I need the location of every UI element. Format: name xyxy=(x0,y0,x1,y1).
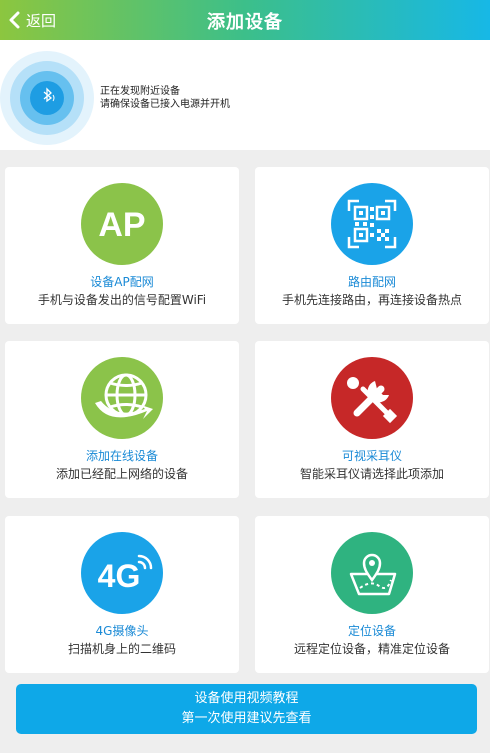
card-label: 定位设备 xyxy=(347,624,396,638)
card-label: 4G摄像头 xyxy=(95,624,149,638)
discover-status: 正在发现附近设备 xyxy=(100,86,180,97)
card-router-config[interactable]: 路由配网 手机先连接路由，再连接设备热点 xyxy=(255,167,489,324)
header-bar: 返回 添加设备 xyxy=(0,0,490,40)
ap-icon-text: AP xyxy=(98,206,145,244)
discover-text: 正在发现附近设备 请确保设备已接入电源并开机 xyxy=(100,85,230,111)
card-label: 设备AP配网 xyxy=(90,275,154,289)
discover-panel: 正在发现附近设备 请确保设备已接入电源并开机 xyxy=(0,40,490,150)
globe-icon xyxy=(81,357,163,439)
4g-icon: 4G xyxy=(81,532,163,614)
card-online-device[interactable]: 添加在线设备 添加已经配上网络的设备 xyxy=(5,341,239,498)
video-tutorial-button[interactable]: 设备使用视频教程 第一次使用建议先查看 xyxy=(16,684,477,734)
map-pin-icon xyxy=(331,532,413,614)
page-title: 添加设备 xyxy=(207,12,283,33)
tutorial-title: 设备使用视频教程 xyxy=(194,691,299,706)
card-desc: 添加已经配上网络的设备 xyxy=(55,467,188,481)
card-label: 添加在线设备 xyxy=(85,449,158,463)
card-desc: 智能采耳仪请选择此项添加 xyxy=(299,467,444,481)
card-4g-camera[interactable]: 4G 4G摄像头 扫描机身上的二维码 xyxy=(5,516,239,673)
discover-hint: 请确保设备已接入电源并开机 xyxy=(100,99,230,110)
card-desc: 扫描机身上的二维码 xyxy=(67,642,176,656)
card-label: 路由配网 xyxy=(347,275,396,289)
4g-icon-text: 4G xyxy=(98,558,141,594)
qr-code-icon xyxy=(331,183,413,265)
card-ap-config[interactable]: AP 设备AP配网 手机与设备发出的信号配置WiFi xyxy=(5,167,239,324)
tools-icon xyxy=(331,357,413,439)
tutorial-subtitle: 第一次使用建议先查看 xyxy=(181,711,312,726)
card-desc: 远程定位设备，精准定位设备 xyxy=(293,642,450,656)
card-desc: 手机先连接路由，再连接设备热点 xyxy=(281,293,462,307)
card-desc: 手机与设备发出的信号配置WiFi xyxy=(37,293,207,307)
bluetooth-radar-icon xyxy=(0,51,94,145)
card-label: 可视采耳仪 xyxy=(341,449,402,463)
card-locator-device[interactable]: 定位设备 远程定位设备，精准定位设备 xyxy=(255,516,489,673)
ap-icon: AP xyxy=(81,183,163,265)
card-ear-camera[interactable]: 可视采耳仪 智能采耳仪请选择此项添加 xyxy=(255,341,489,498)
